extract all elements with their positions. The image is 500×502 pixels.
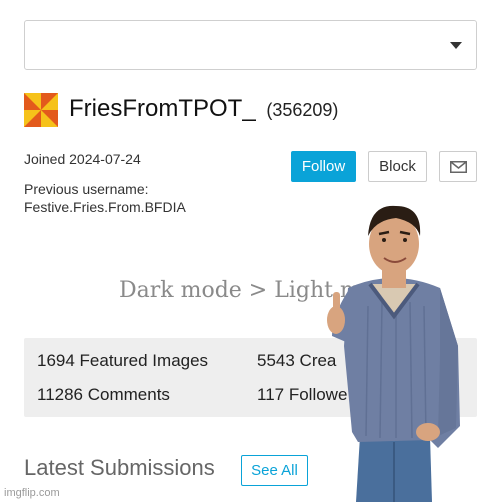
previous-username-label: Previous username: [24, 181, 149, 197]
message-button[interactable] [439, 151, 477, 182]
imgflip-watermark: imgflip.com [4, 487, 60, 499]
profile-username: FriesFromTPOT_ (356209) [69, 95, 338, 123]
block-button[interactable]: Block [368, 151, 427, 182]
user-avatar [24, 93, 58, 127]
follow-button[interactable]: Follow [291, 151, 356, 182]
user-id: (356209) [266, 100, 339, 120]
stat-comments[interactable]: 11286 Comments [37, 385, 170, 405]
username-text: FriesFromTPOT_ [69, 95, 256, 122]
latest-submissions-heading: Latest Submissions [24, 455, 215, 480]
dropdown-select[interactable] [24, 20, 477, 70]
stat-featured-images[interactable]: 1694 Featured Images [37, 351, 208, 371]
see-all-button[interactable]: See All [241, 455, 308, 486]
previous-username-value: Festive.Fries.From.BFDIA [24, 199, 186, 215]
envelope-icon [450, 161, 467, 173]
chevron-down-icon [450, 42, 462, 49]
person-thumbs-up-image [327, 205, 460, 502]
joined-date: Joined 2024-07-24 [24, 151, 141, 167]
